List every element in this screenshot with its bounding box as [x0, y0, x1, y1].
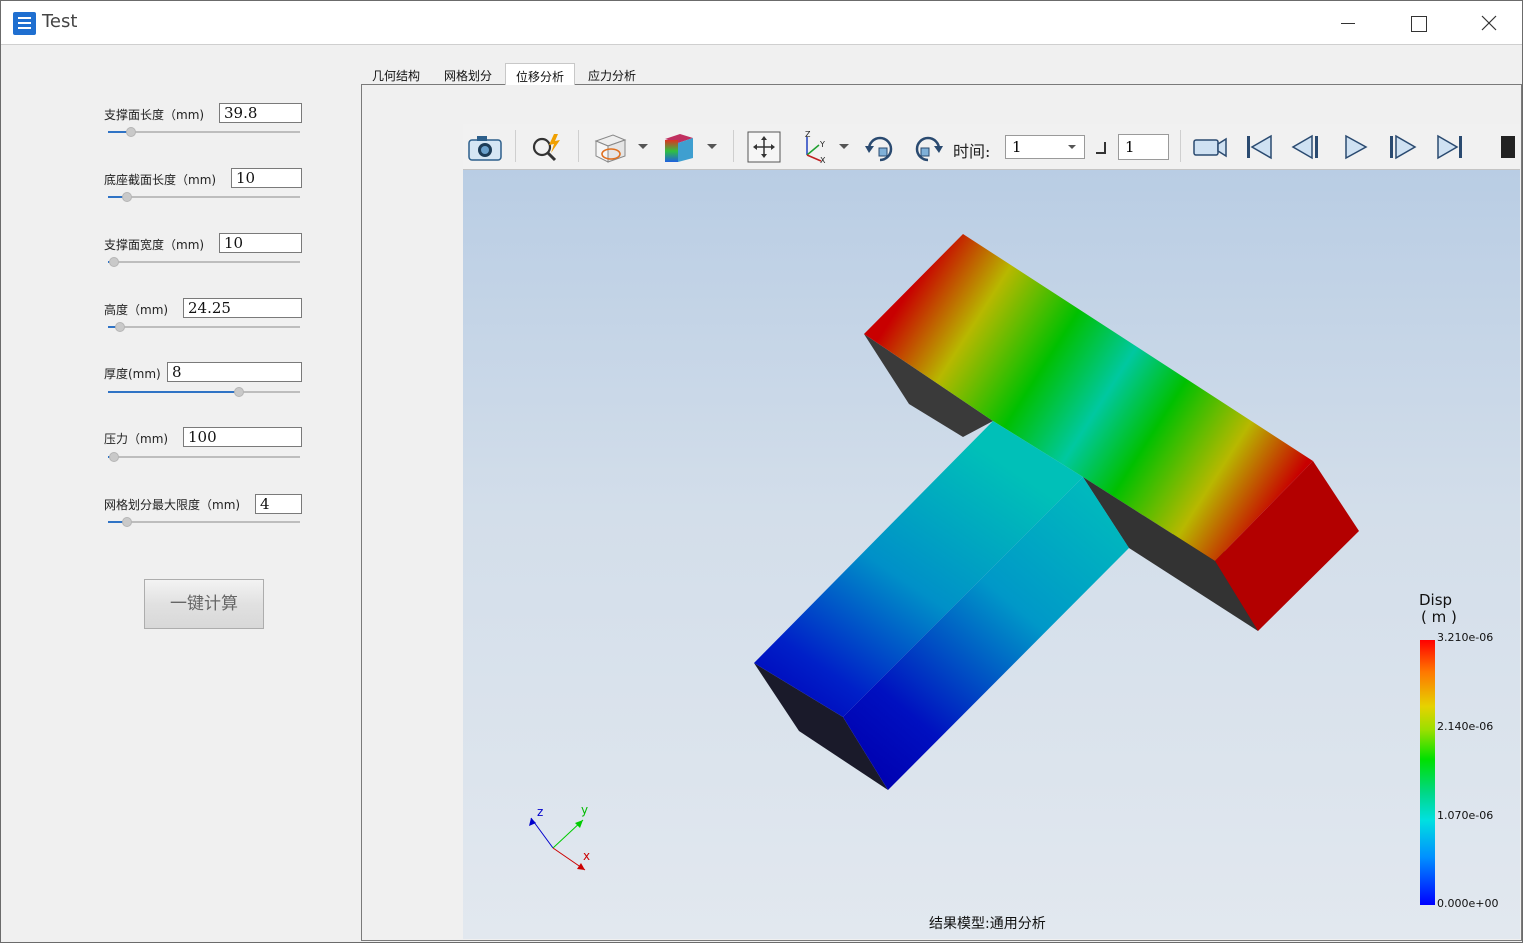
svg-text:Z: Z	[805, 130, 811, 139]
triad-z-label: z	[537, 805, 543, 819]
pressure-slider[interactable]	[108, 451, 300, 463]
axis-view-button[interactable]: Z Y X	[795, 129, 833, 165]
viewer-toolbar: Z Y X 时间: 1 1	[463, 124, 1520, 170]
prev-frame-button[interactable]	[1287, 129, 1325, 165]
first-frame-button[interactable]	[1239, 129, 1277, 165]
color-legend-bar	[1420, 640, 1435, 905]
support-length-input[interactable]: 39.8	[219, 103, 302, 123]
last-frame-button[interactable]	[1432, 129, 1470, 165]
axis-view-dropdown-icon[interactable]	[839, 144, 849, 149]
triad-y-label: y	[581, 803, 588, 817]
wireframe-box-icon	[594, 134, 627, 163]
calculate-button[interactable]: 一键计算	[144, 579, 264, 629]
step-marker-icon	[1096, 142, 1106, 154]
height-input[interactable]: 24.25	[183, 298, 302, 318]
svg-text:X: X	[820, 156, 826, 165]
time-label: 时间:	[953, 142, 991, 161]
minimize-button[interactable]	[1319, 1, 1377, 45]
move-arrows-icon	[747, 131, 781, 163]
skip-to-start-icon	[1247, 134, 1272, 160]
step-back-icon	[1291, 134, 1318, 160]
step-forward-icon	[1390, 134, 1417, 160]
legend-tick-1: 1.070e-06	[1437, 809, 1494, 822]
close-button[interactable]	[1460, 1, 1518, 45]
support-width-slider[interactable]	[108, 256, 300, 268]
axis-triad: z y x	[529, 803, 590, 871]
camera-icon	[468, 136, 502, 161]
tab-geometry[interactable]: 几何结构	[362, 63, 430, 85]
mesh-size-slider[interactable]	[108, 516, 300, 528]
color-map-dropdown-icon[interactable]	[707, 144, 717, 149]
screenshot-button[interactable]	[466, 129, 504, 165]
pan-button[interactable]	[745, 129, 783, 165]
xyz-axes-icon: Z Y X	[805, 130, 826, 165]
rotate-counterclockwise-icon	[915, 136, 943, 162]
display-mode-button[interactable]	[591, 129, 629, 165]
param-label-support-width: 支撑面宽度（mm)	[104, 238, 205, 252]
close-icon	[1481, 15, 1497, 31]
display-mode-dropdown-icon[interactable]	[638, 144, 648, 149]
tab-stress[interactable]: 应力分析	[578, 63, 646, 85]
triad-x-label: x	[583, 849, 590, 863]
next-frame-button[interactable]	[1384, 129, 1422, 165]
app-window: Test 支撑面长度（mm) 39.8 底座截面长度（mm) 10 支撑面宽度（…	[0, 0, 1523, 943]
video-camera-icon	[1193, 137, 1227, 158]
legend-unit: ( m )	[1421, 608, 1457, 626]
rotate-ccw-button[interactable]	[909, 129, 947, 165]
support-length-slider[interactable]	[108, 126, 300, 138]
legend-title: Disp ( m )	[1419, 592, 1457, 626]
tab-displacement[interactable]: 位移分析	[505, 63, 576, 85]
maximize-button[interactable]	[1389, 1, 1447, 45]
param-label-support-length: 支撑面长度（mm)	[104, 108, 205, 122]
rotate-clockwise-icon	[865, 136, 893, 162]
mesh-size-input[interactable]: 4	[255, 494, 302, 514]
play-button[interactable]	[1335, 129, 1373, 165]
skip-to-end-icon	[1437, 134, 1462, 160]
color-cube-icon	[665, 134, 693, 162]
toolbar-overflow-icon[interactable]	[1501, 136, 1515, 158]
legend-tick-min: 0.000e+00	[1437, 897, 1499, 910]
height-slider[interactable]	[108, 321, 300, 333]
base-length-input[interactable]: 10	[231, 168, 302, 188]
result-model-label: 结果模型:通用分析	[929, 916, 1046, 932]
title-bar: Test	[1, 1, 1522, 45]
pressure-input[interactable]: 100	[183, 427, 302, 447]
param-label-pressure: 压力（mm)	[104, 432, 169, 446]
t-beam-model	[754, 234, 1359, 790]
time-select[interactable]: 1	[1005, 135, 1085, 159]
record-video-button[interactable]	[1191, 129, 1229, 165]
param-label-base-length: 底座截面长度（mm)	[104, 173, 217, 187]
app-icon	[13, 12, 36, 35]
param-label-height: 高度（mm)	[104, 303, 169, 317]
step-spinbox[interactable]: 1	[1118, 134, 1169, 160]
svg-text:Y: Y	[819, 140, 825, 149]
thickness-input[interactable]: 8	[167, 362, 302, 382]
color-map-button[interactable]	[660, 129, 698, 165]
play-icon	[1345, 134, 1368, 160]
legend-tick-2: 2.140e-06	[1437, 720, 1494, 733]
zoom-fit-button[interactable]	[527, 129, 565, 165]
tab-mesh[interactable]: 网格划分	[434, 63, 502, 85]
base-length-slider[interactable]	[108, 191, 300, 203]
param-label-mesh-size: 网格划分最大限度（mm)	[104, 498, 241, 512]
magnifier-icon	[532, 134, 560, 162]
rotate-cw-button[interactable]	[861, 129, 899, 165]
legend-tick-max: 3.210e-06	[1437, 631, 1494, 644]
3d-viewport[interactable]: z y x	[463, 170, 1520, 939]
thickness-slider[interactable]	[108, 386, 300, 398]
legend-quantity: Disp	[1419, 591, 1453, 609]
window-title: Test	[42, 11, 78, 32]
support-width-input[interactable]: 10	[219, 233, 302, 253]
param-label-thickness: 厚度(mm)	[104, 367, 161, 381]
